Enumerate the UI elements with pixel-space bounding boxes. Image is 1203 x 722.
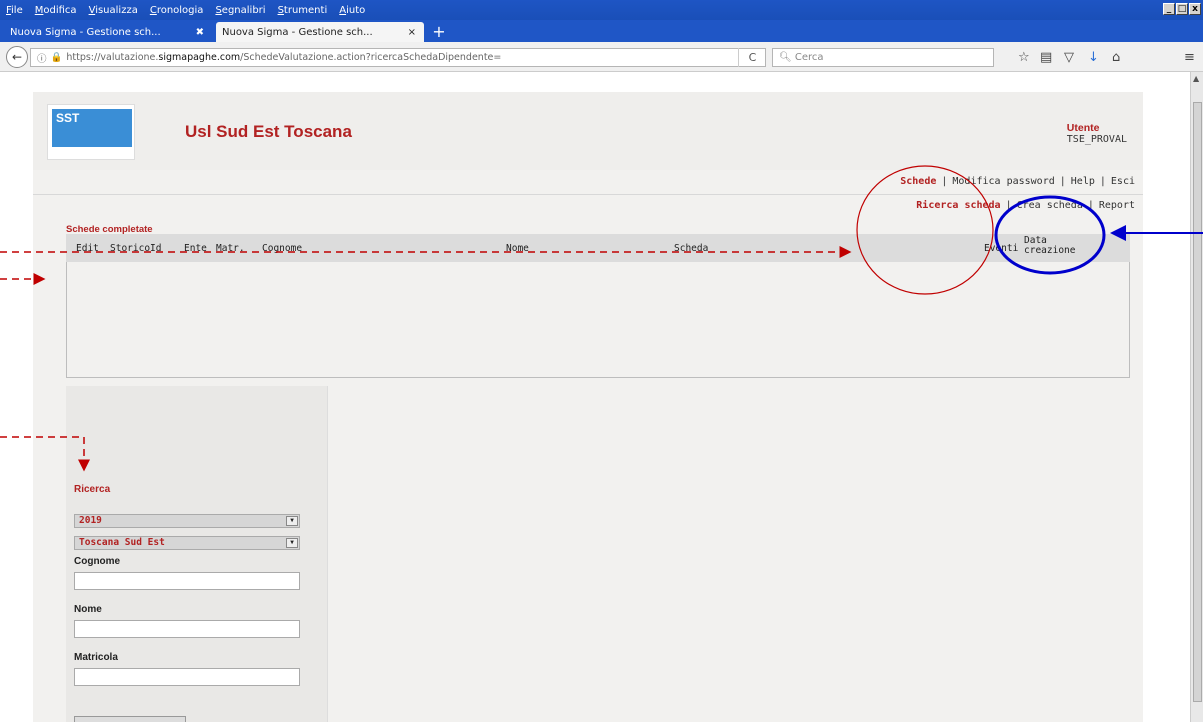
- col-edit: Edit: [76, 243, 99, 254]
- search-button[interactable]: [74, 716, 186, 722]
- url-prefix: https://valutazione.: [66, 52, 159, 63]
- window-controls: _ □ x: [1162, 3, 1201, 15]
- nav-modifica-password[interactable]: Modifica password: [952, 176, 1054, 187]
- app-container: SST Usl Sud Est Toscana Utente TSE_PROVA…: [33, 92, 1143, 722]
- hamburger-menu-icon[interactable]: ≡: [1184, 51, 1195, 64]
- lock-icon: 🔒: [50, 52, 63, 63]
- reload-icon[interactable]: C: [738, 48, 766, 67]
- app-title: Usl Sud Est Toscana: [185, 122, 352, 141]
- close-window-button[interactable]: x: [1189, 3, 1201, 15]
- cognome-label: Cognome: [74, 556, 121, 567]
- sst-logo: SST: [47, 104, 135, 160]
- close-tab-icon[interactable]: ✖: [196, 27, 204, 38]
- browser-tab-2[interactable]: Nuova Sigma - Gestione sch... ×: [216, 22, 424, 42]
- menu-file[interactable]: File: [6, 5, 23, 16]
- menu-strumenti[interactable]: Strumenti: [278, 5, 328, 16]
- table-header: Edit StoricoId Ente Matr. Cognome Nome S…: [66, 234, 1130, 262]
- back-arrow-icon[interactable]: ←: [6, 46, 28, 68]
- col-scheda: Scheda: [674, 243, 709, 254]
- col-storicoid: StoricoId: [110, 243, 162, 254]
- search-panel: Ricerca 2019 ▼ Toscana Sud Est ▼ Cognome…: [66, 386, 328, 722]
- download-arrow-icon[interactable]: ↓: [1088, 51, 1099, 64]
- user-info: Utente TSE_PROVAL: [1067, 122, 1127, 145]
- app-header: SST Usl Sud Est Toscana Utente TSE_PROVA…: [33, 92, 1143, 170]
- matricola-label: Matricola: [74, 652, 118, 663]
- browser-tab-1[interactable]: Nuova Sigma - Gestione sch... ✖: [4, 22, 212, 42]
- page-content: SST Usl Sud Est Toscana Utente TSE_PROVA…: [0, 72, 1190, 722]
- nome-label: Nome: [74, 604, 102, 615]
- info-icon[interactable]: ⓘ: [37, 51, 47, 65]
- new-tab-button[interactable]: +: [428, 22, 450, 42]
- scroll-up-icon[interactable]: ▲: [1193, 74, 1199, 83]
- sub-navigation: Ricerca scheda | Crea scheda | Report: [916, 200, 1135, 211]
- col-cognome: Cognome: [262, 243, 303, 254]
- tab-strip: Nuova Sigma - Gestione sch... ✖ Nuova Si…: [0, 20, 1203, 42]
- url-domain: sigmapaghe.com: [158, 52, 241, 63]
- nav-help[interactable]: Help: [1071, 176, 1095, 187]
- chevron-down-icon[interactable]: ▼: [286, 516, 298, 526]
- maximize-button[interactable]: □: [1176, 3, 1188, 15]
- col-eventi: Eventi: [984, 243, 1019, 254]
- col-nome: Nome: [506, 243, 529, 254]
- navigation-bar: ← ⓘ 🔒 https://valutazione. sigmapaghe.com…: [0, 42, 1203, 72]
- user-label: Utente: [1066, 122, 1100, 134]
- ente-select[interactable]: Toscana Sud Est ▼: [74, 536, 300, 550]
- nav-schede[interactable]: Schede: [900, 176, 936, 187]
- menu-cronologia[interactable]: Cronologia: [150, 5, 204, 16]
- browser-window: File Modifica Visualizza Cronologia Segn…: [0, 0, 1203, 722]
- minimize-button[interactable]: _: [1163, 3, 1175, 15]
- nav-esci[interactable]: Esci: [1111, 176, 1135, 187]
- col-data-creazione: Data creazione: [1024, 235, 1076, 256]
- col-matr: Matr.: [216, 243, 245, 254]
- url-path: /SchedeValutazione.action?ricercaSchedaD…: [240, 52, 502, 63]
- col-ente: Ente: [184, 243, 207, 254]
- subnav-ricerca-scheda[interactable]: Ricerca scheda: [916, 200, 1000, 211]
- menu-segnalibri[interactable]: Segnalibri: [215, 5, 265, 16]
- nome-field[interactable]: [74, 620, 300, 638]
- search-title: Ricerca: [74, 484, 111, 495]
- scroll-thumb[interactable]: [1193, 102, 1202, 702]
- pocket-icon[interactable]: ▽: [1064, 51, 1074, 64]
- matricola-field[interactable]: [74, 668, 300, 686]
- cognome-field[interactable]: [74, 572, 300, 590]
- table-body: [66, 262, 1130, 378]
- menu-modifica[interactable]: Modifica: [35, 5, 77, 16]
- chevron-down-icon[interactable]: ▼: [286, 538, 298, 548]
- bookmark-star-icon[interactable]: ☆: [1018, 51, 1030, 64]
- search-placeholder: Cerca: [794, 52, 824, 63]
- subnav-crea-scheda[interactable]: Crea scheda: [1017, 200, 1083, 211]
- menu-bar: File Modifica Visualizza Cronologia Segn…: [0, 0, 1203, 20]
- tab-title: Nuova Sigma - Gestione sch...: [10, 26, 161, 38]
- subnav-report[interactable]: Report: [1099, 200, 1135, 211]
- user-name: TSE_PROVAL: [1066, 134, 1127, 145]
- url-bar[interactable]: ⓘ 🔒 https://valutazione. sigmapaghe.com/S…: [30, 48, 766, 67]
- tab-title: Nuova Sigma - Gestione sch...: [222, 26, 373, 38]
- home-icon[interactable]: ⌂: [1112, 51, 1120, 64]
- close-tab-icon[interactable]: ×: [408, 27, 416, 38]
- top-navigation: Schede | Modifica password | Help | Esci: [900, 176, 1135, 187]
- year-select[interactable]: 2019 ▼: [74, 514, 300, 528]
- menu-visualizza[interactable]: Visualizza: [89, 5, 138, 16]
- menu-aiuto[interactable]: Aiuto: [339, 5, 365, 16]
- search-input[interactable]: 🔍︎ Cerca: [772, 48, 994, 67]
- divider: [33, 194, 1143, 195]
- vertical-scrollbar[interactable]: ▲: [1190, 72, 1203, 722]
- reading-list-icon[interactable]: ▤: [1040, 51, 1052, 64]
